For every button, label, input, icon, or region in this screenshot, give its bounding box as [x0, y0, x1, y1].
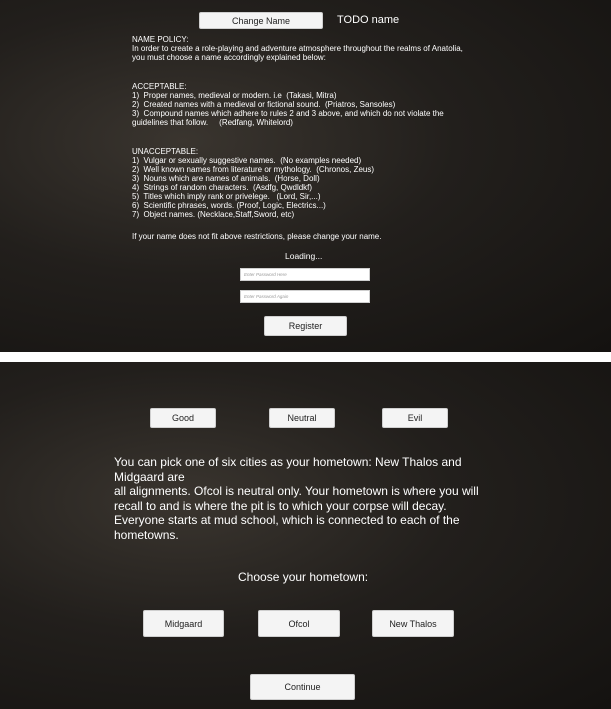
unacceptable-line: 2) Well known names from literature or m…	[132, 165, 375, 174]
hometown-selection-panel: Good Neutral Evil You can pick one of si…	[0, 362, 611, 709]
current-name: TODO name	[337, 14, 400, 26]
acceptable-line: 2) Created names with a medieval or fict…	[132, 100, 396, 109]
policy-line: you must choose a name accordingly expla…	[132, 53, 326, 62]
name-registration-panel: Change Name TODO name NAME POLICY: In or…	[0, 0, 611, 352]
register-button[interactable]: Register	[264, 316, 347, 336]
restriction-note: If your name does not fit above restrict…	[132, 232, 382, 241]
alignment-good-button[interactable]: Good	[150, 408, 216, 428]
unacceptable-line: 4) Strings of random characters. (Asdfg,…	[132, 183, 313, 192]
unacceptable-line: 7) Object names. (Necklace,Staff,Sword, …	[132, 210, 295, 219]
hometown-midgaard-button[interactable]: Midgaard	[143, 610, 224, 637]
password-field[interactable]	[240, 268, 370, 281]
choose-hometown-label: Choose your hometown:	[238, 570, 369, 584]
acceptable-line: ACCEPTABLE:	[132, 82, 187, 91]
acceptable-line: 3) Compound names which adhere to rules …	[132, 109, 444, 118]
acceptable-line: 1) Proper names, medieval or modern. i.e…	[132, 91, 337, 100]
change-name-button[interactable]: Change Name	[199, 12, 323, 29]
unacceptable-line: 3) Nouns which are names of animals. (Ho…	[132, 174, 320, 183]
hometown-description: You can pick one of six cities as your h…	[114, 455, 479, 542]
acceptable-line: guidelines that follow. (Redfang, Whitel…	[132, 118, 293, 127]
policy-line: In order to create a role-playing and ad…	[132, 44, 463, 53]
password-confirm-field[interactable]	[240, 290, 370, 303]
hometown-new-thalos-button[interactable]: New Thalos	[372, 610, 454, 637]
loading-text: Loading...	[285, 251, 323, 261]
unacceptable-line: 5) Titles which imply rank or privelege.…	[132, 192, 321, 201]
hometown-ofcol-button[interactable]: Ofcol	[258, 610, 340, 637]
unacceptable-line: UNACCEPTABLE:	[132, 147, 199, 156]
password-input[interactable]	[244, 272, 369, 277]
unacceptable-line: 6) Scientific phrases, words. (Proof, Lo…	[132, 201, 326, 210]
alignment-neutral-button[interactable]: Neutral	[269, 408, 335, 428]
policy-line: NAME POLICY:	[132, 35, 189, 44]
password-confirm-input[interactable]	[244, 294, 369, 299]
alignment-evil-button[interactable]: Evil	[382, 408, 448, 428]
continue-button[interactable]: Continue	[250, 674, 355, 700]
unacceptable-line: 1) Vulgar or sexually suggestive names. …	[132, 156, 362, 165]
